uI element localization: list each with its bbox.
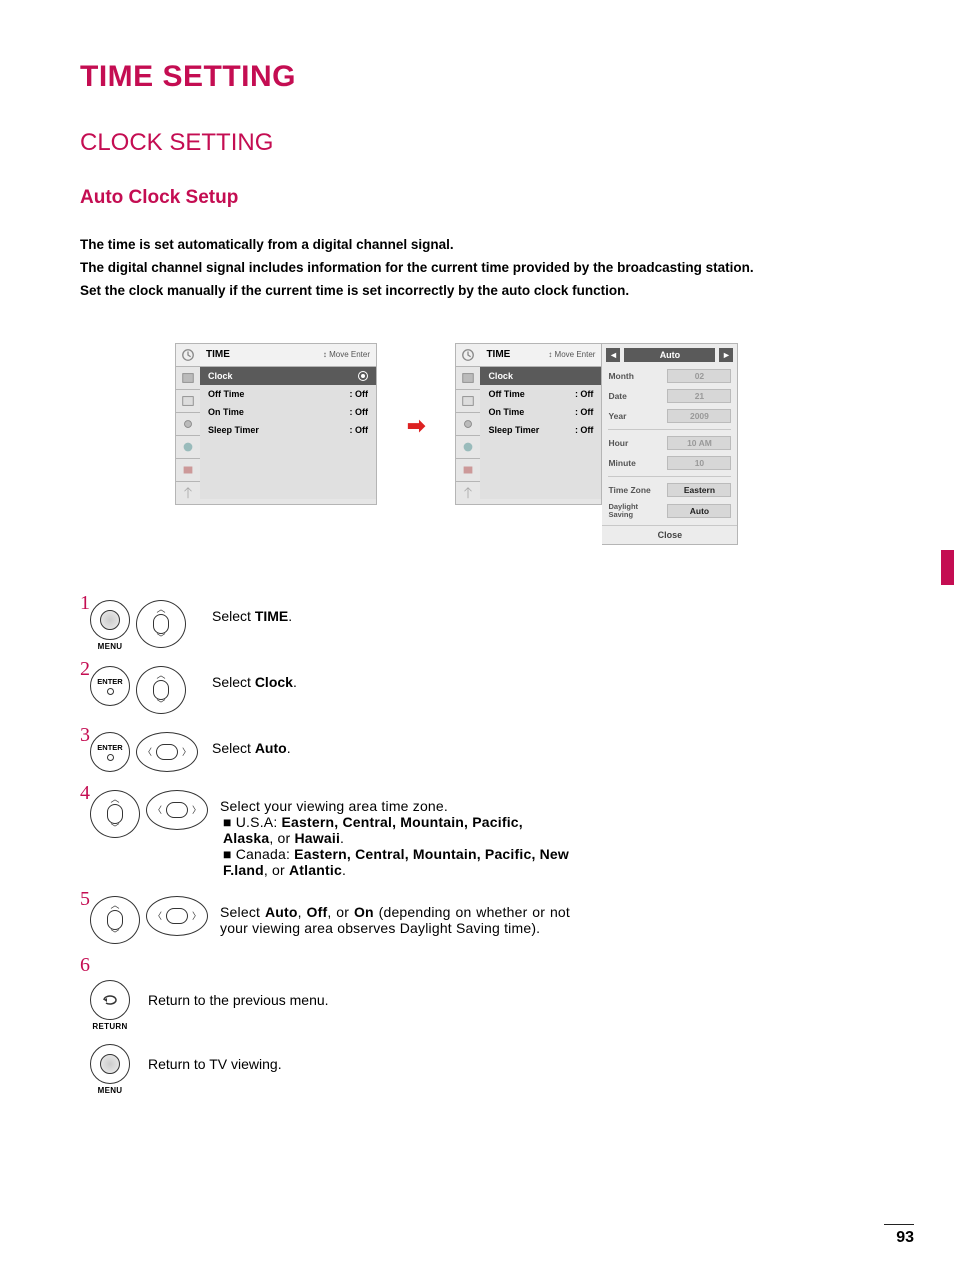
menu-icon [456,459,480,482]
step-text: Select Clock. [212,666,297,690]
step-number: 3 [80,724,90,747]
mode-auto[interactable]: Auto [624,348,715,362]
step-text: Return to the previous menu. [148,992,329,1008]
radio-icon [358,371,368,381]
osd-panel-right: TIME ↕ Move Enter Clock Off Time: Off On… [455,343,602,505]
field-minute[interactable]: Minute10 [602,453,737,473]
menu-icon [456,482,480,504]
menu-button-icon: MENU [90,600,130,640]
menu-button-icon: MENU [90,1044,130,1084]
field-dst[interactable]: Daylight SavingAuto [602,500,737,523]
menu-icon [176,482,200,504]
clock-detail-panel: ◄ Auto ► Month02 Date21 Year2009 Hour10 … [602,343,738,546]
clock-icon [456,344,480,367]
clock-icon [176,344,200,367]
page-number: 93 [884,1224,914,1247]
field-date[interactable]: Date21 [602,386,737,406]
step-number: 2 [80,658,90,681]
step-number: 5 [80,888,90,911]
field-month[interactable]: Month02 [602,366,737,386]
gear-icon [456,413,480,436]
menu-icon [456,390,480,413]
dpad-horizontal-icon: 〈〉 [146,790,208,830]
osd-row-ontime[interactable]: On Time: Off [200,403,376,421]
dpad-vertical-icon: ︿﹀ [90,790,140,838]
dpad-vertical-icon: ︿﹀ [136,666,186,714]
osd-panel-left: TIME ↕ Move Enter Clock Off Time: Off On… [175,343,377,505]
osd-hint: ↕ Move Enter [548,350,595,359]
return-button-icon: RETURN [90,980,130,1020]
arrow-right-icon: ➡ [407,413,425,439]
menu-icon [176,367,200,390]
field-year[interactable]: Year2009 [602,406,737,426]
section-title: CLOCK SETTING [80,129,879,157]
step-text: Select TIME. [212,600,292,624]
nav-right-button[interactable]: ► [719,348,733,362]
step-text: Select Auto. [212,732,291,756]
intro-paragraph: The time is set automatically from a dig… [80,234,879,303]
menu-icon [456,436,480,459]
field-timezone[interactable]: Time ZoneEastern [602,480,737,500]
osd-row-ontime[interactable]: On Time: Off [480,403,601,421]
step-number: 6 [80,954,90,977]
step-number: 4 [80,782,90,805]
osd-row-sleep[interactable]: Sleep Timer: Off [480,421,601,439]
subsection-title: Auto Clock Setup [80,187,879,209]
nav-left-button[interactable]: ◄ [606,348,620,362]
intro-line: The time is set automatically from a dig… [80,234,879,257]
field-hour[interactable]: Hour10 AM [602,433,737,453]
dpad-horizontal-icon: 〈〉 [136,732,198,772]
menu-icon [456,367,480,390]
step-text: Select your viewing area time zone. ■ U.… [220,790,570,878]
osd-row-sleep[interactable]: Sleep Timer: Off [200,421,376,439]
close-button[interactable]: Close [602,525,737,544]
dpad-vertical-icon: ︿﹀ [136,600,186,648]
intro-line: Set the clock manually if the current ti… [80,280,879,303]
osd-hint: ↕ Move Enter [323,350,370,359]
page-title: TIME SETTING [80,60,879,94]
osd-row-offtime[interactable]: Off Time: Off [480,385,601,403]
dpad-horizontal-icon: 〈〉 [146,896,208,936]
step-text: Select Auto, Off, or On (depending on wh… [220,896,570,936]
dpad-vertical-icon: ︿﹀ [90,896,140,944]
osd-row-clock[interactable]: Clock [200,367,376,385]
osd-title: TIME [206,349,230,360]
osd-row-clock[interactable]: Clock [480,367,601,385]
enter-button-icon: ENTER [90,666,130,706]
gear-icon [176,413,200,436]
osd-row-offtime[interactable]: Off Time: Off [200,385,376,403]
osd-title: TIME [486,349,510,360]
menu-icon [176,390,200,413]
enter-button-icon: ENTER [90,732,130,772]
side-tab: TIME SETTING [932,550,954,740]
menu-icon [176,436,200,459]
menu-icon [176,459,200,482]
step-text: Return to TV viewing. [148,1056,282,1072]
step-number: 1 [80,592,90,615]
intro-line: The digital channel signal includes info… [80,257,879,280]
